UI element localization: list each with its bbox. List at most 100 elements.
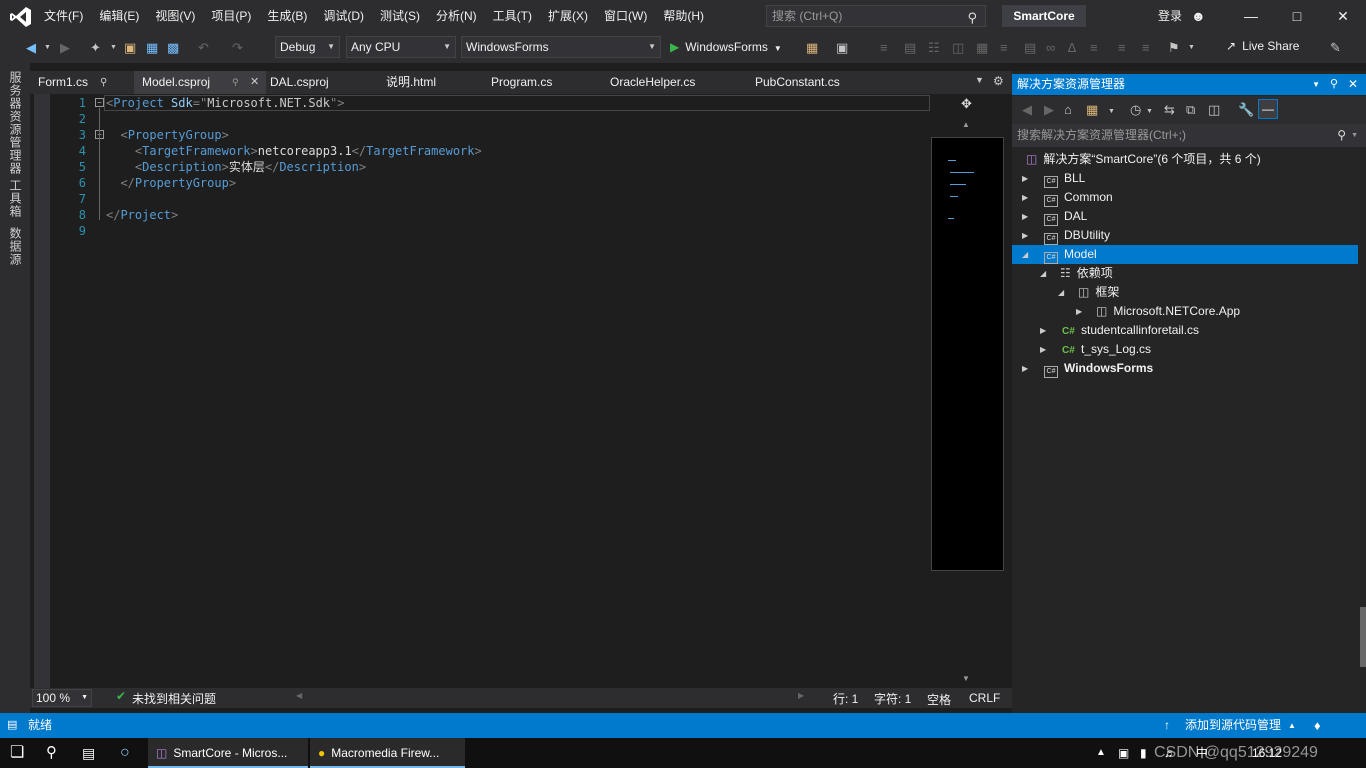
- expand-icon[interactable]: ▶: [1040, 340, 1046, 359]
- search-icon[interactable]: ⚲: [46, 738, 57, 768]
- scroll-up-icon[interactable]: ▲: [962, 120, 970, 129]
- menu-test[interactable]: 测试(S): [372, 0, 428, 33]
- menu-extensions[interactable]: 扩展(X): [540, 0, 596, 33]
- properties-icon[interactable]: 🔧: [1238, 102, 1254, 118]
- menu-tools[interactable]: 工具(T): [485, 0, 540, 33]
- close-icon[interactable]: ✕: [1348, 74, 1358, 95]
- tree-project-dbutility[interactable]: ▶ C# DBUtility: [1022, 226, 1110, 245]
- tree-file-t-sys-log[interactable]: ▶ C# t_sys_Log.cs: [1040, 340, 1151, 359]
- tab-program-cs[interactable]: Program.cs: [483, 71, 593, 94]
- issues-label[interactable]: 未找到相关问题: [132, 690, 216, 707]
- column-indicator[interactable]: 字符: 1: [874, 690, 911, 707]
- scroll-down-icon[interactable]: ▼: [962, 674, 970, 683]
- uncomment-icon[interactable]: ≡: [1142, 40, 1150, 56]
- whitespace-indicator[interactable]: 空格: [927, 691, 951, 708]
- new-project-icon[interactable]: ✦: [90, 40, 101, 56]
- code-line[interactable]: <Description>实体层</Description>: [106, 159, 366, 175]
- tab-readme-html[interactable]: 说明.html: [378, 71, 478, 94]
- back-icon[interactable]: ◀: [1022, 102, 1032, 118]
- tab-oraclehelper-cs[interactable]: OracleHelper.cs: [602, 71, 732, 94]
- collapse-icon[interactable]: ◢: [1022, 245, 1028, 264]
- tree-solution-root[interactable]: ◫ 解决方案“SmartCore”(6 个项目，共 6 个): [1026, 150, 1261, 169]
- collapse-toggle[interactable]: −: [95, 98, 104, 107]
- platform-select[interactable]: Any CPU ▼: [346, 36, 456, 58]
- tree-project-model[interactable]: ◢ C# Model: [1012, 245, 1358, 264]
- tab-overflow-icon[interactable]: ▼: [975, 75, 984, 85]
- expand-icon[interactable]: ▶: [1022, 188, 1028, 207]
- code-line[interactable]: <TargetFramework>netcoreapp3.1</TargetFr…: [106, 143, 482, 159]
- data-sources-tab[interactable]: 数据源: [8, 227, 24, 266]
- close-icon[interactable]: ✕: [250, 71, 259, 94]
- gear-icon[interactable]: ⚙: [993, 74, 1004, 88]
- home-icon[interactable]: ⌂: [1064, 102, 1072, 118]
- browser-link-icon[interactable]: ▦: [806, 40, 818, 56]
- chevron-up-icon[interactable]: ▲: [1288, 713, 1296, 738]
- server-explorer-tab[interactable]: 服务器资源管理器: [8, 71, 24, 175]
- line-ending-indicator[interactable]: CRLF: [969, 691, 1000, 705]
- solution-scrollbar[interactable]: [1360, 607, 1366, 667]
- startup-project-select[interactable]: WindowsForms ▼: [461, 36, 661, 58]
- redo-icon[interactable]: ↷: [232, 40, 243, 56]
- pin-icon[interactable]: ⚲: [232, 71, 239, 94]
- forward-icon[interactable]: ▶: [1044, 102, 1054, 118]
- expand-icon[interactable]: ▶: [1022, 207, 1028, 226]
- tree-project-bll[interactable]: ▶ C# BLL: [1022, 169, 1085, 188]
- task-view-icon[interactable]: ▤: [82, 738, 95, 768]
- hierarchy-icon[interactable]: ☷: [928, 40, 940, 56]
- collapse-icon[interactable]: ◢: [1040, 264, 1046, 283]
- code-line[interactable]: </PropertyGroup>: [106, 175, 236, 191]
- pending-changes-icon[interactable]: ◷: [1130, 102, 1141, 118]
- tab-form1[interactable]: Form1.cs ⚲: [30, 71, 138, 94]
- bookmark-icon[interactable]: ⚑: [1168, 40, 1180, 56]
- scroll-right-icon[interactable]: ▶: [798, 691, 804, 700]
- expand-icon[interactable]: ▶: [1022, 359, 1028, 378]
- back-dropdown-icon[interactable]: ▼: [44, 40, 51, 56]
- tree-file-studentcallinforetail[interactable]: ▶ C# studentcallinforetail.cs: [1040, 321, 1199, 340]
- switch-views-icon[interactable]: ▦: [1086, 102, 1098, 118]
- battery-icon[interactable]: ▮: [1140, 738, 1147, 768]
- menu-window[interactable]: 窗口(W): [596, 0, 655, 33]
- scroll-left-icon[interactable]: ◀: [296, 691, 302, 700]
- menu-edit[interactable]: 编辑(E): [91, 0, 147, 33]
- new-dropdown-icon[interactable]: ▼: [110, 40, 117, 56]
- save-icon[interactable]: ▦: [146, 40, 158, 56]
- tab-pubconstant-cs[interactable]: PubConstant.cs: [747, 71, 877, 94]
- minimap-viewport[interactable]: [931, 137, 1004, 571]
- line-indicator[interactable]: 行: 1: [833, 690, 858, 707]
- menu-view[interactable]: 视图(V): [147, 0, 203, 33]
- menu-build[interactable]: 生成(B): [259, 0, 315, 33]
- collapse-all-icon[interactable]: ⧉: [1186, 102, 1195, 118]
- tab-dal-csproj[interactable]: DAL.csproj: [262, 71, 362, 94]
- close-button[interactable]: ✕: [1320, 0, 1366, 33]
- code-line[interactable]: <PropertyGroup>: [106, 127, 228, 143]
- expand-icon[interactable]: ▶: [1040, 321, 1046, 340]
- taskbar-fireworks[interactable]: ● Macromedia Firew...: [310, 738, 465, 768]
- pin-icon[interactable]: ⚲: [1330, 74, 1338, 95]
- taskbar-visual-studio[interactable]: ◫ SmartCore - Micros...: [148, 738, 308, 768]
- tray-chevron-icon[interactable]: ▲: [1096, 738, 1106, 768]
- user-icon[interactable]: ☻: [1191, 8, 1206, 24]
- tree-project-windowsforms[interactable]: ▶ C# WindowsForms: [1022, 359, 1153, 378]
- expand-icon[interactable]: ▶: [1022, 169, 1028, 188]
- sync-icon[interactable]: ⇆: [1164, 102, 1175, 118]
- back-icon[interactable]: ◀: [26, 40, 36, 56]
- start-debugging-button[interactable]: ▶ WindowsForms ▼: [670, 36, 782, 58]
- outdent-icon[interactable]: ≡: [1118, 40, 1126, 56]
- expand-icon[interactable]: ▶: [1022, 226, 1028, 245]
- tree-frameworks[interactable]: ◢ ◫ 框架: [1058, 283, 1119, 302]
- undo-icon[interactable]: ↶: [198, 40, 209, 56]
- forward-icon[interactable]: ▶: [60, 40, 70, 56]
- link-icon[interactable]: ∞: [1046, 40, 1055, 56]
- notification-bell-icon[interactable]: ♦: [1314, 713, 1321, 738]
- network-icon[interactable]: ▣: [1118, 738, 1129, 768]
- expand-icon[interactable]: ▶: [1076, 302, 1082, 321]
- save-all-icon[interactable]: ▩: [167, 40, 179, 56]
- grid-icon[interactable]: ▦: [976, 40, 988, 56]
- code-line[interactable]: </Project>: [106, 207, 178, 223]
- feedback-icon[interactable]: ✎: [1330, 40, 1341, 56]
- tab-model-csproj[interactable]: Model.csproj ⚲ ✕: [134, 71, 266, 94]
- menu-debug[interactable]: 调试(D): [315, 0, 372, 33]
- cortana-icon[interactable]: ○: [120, 738, 130, 768]
- toolbar-overflow-icon[interactable]: ▼: [1188, 40, 1195, 56]
- comment-icon[interactable]: ≡: [1000, 40, 1008, 56]
